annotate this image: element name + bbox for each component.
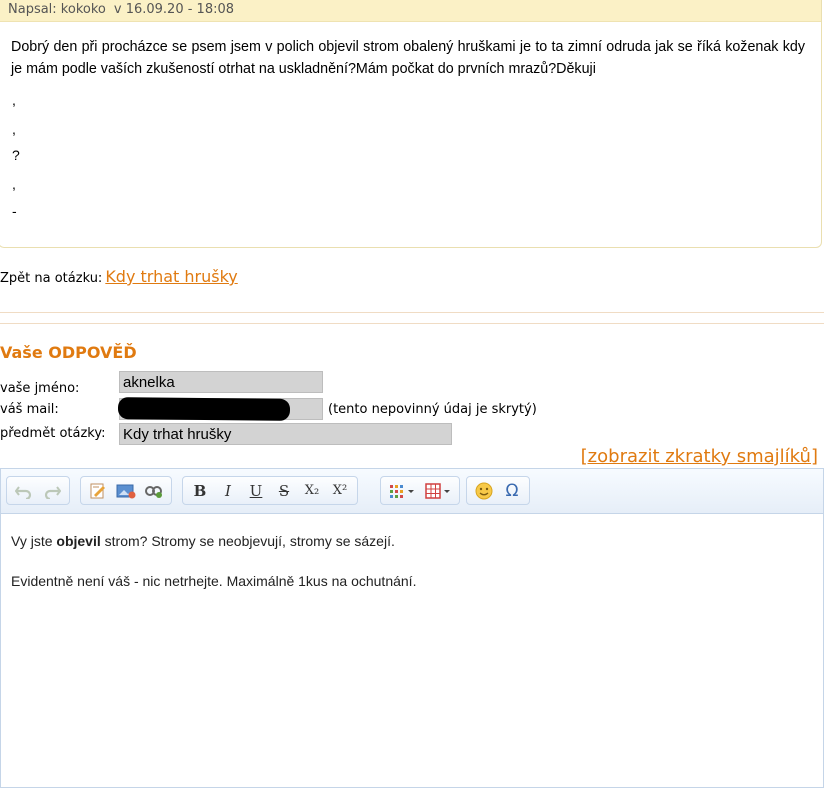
answer-line-1-pre: Vy jste xyxy=(11,533,57,549)
divider-top xyxy=(0,312,824,313)
rich-text-editor: B I U S X₂ X² Ω Vy jste objevil strom? S… xyxy=(0,468,824,788)
question-box: Napsal: kokoko v 16.09.20 - 18:08 Dobrý d… xyxy=(0,0,822,248)
superscript-button[interactable]: X² xyxy=(326,479,354,503)
question-line-3: ? xyxy=(12,147,20,163)
subscript-button[interactable]: X₂ xyxy=(298,479,326,503)
answer-line-1: Vy jste objevil strom? Stromy se neobjev… xyxy=(11,532,813,550)
question-line-4: , xyxy=(12,176,16,192)
mail-hint: (tento nepovinný údaj je skrytý) xyxy=(328,402,537,417)
question-line-2: , xyxy=(12,121,16,137)
smileys-toggle: [zobrazit zkratky smajlíků] xyxy=(581,446,818,467)
history-group xyxy=(6,476,70,505)
format-group: B I U S X₂ X² xyxy=(182,476,358,505)
omega-button[interactable]: Ω xyxy=(498,479,526,503)
special-group: Ω xyxy=(466,476,530,505)
italic-button[interactable]: I xyxy=(214,479,242,503)
list-table-group xyxy=(380,476,460,505)
table-icon[interactable] xyxy=(420,479,456,503)
question-line-1: , xyxy=(12,92,16,108)
insert-group xyxy=(80,476,172,505)
question-link[interactable]: Kdy trhat hrušky xyxy=(105,267,237,286)
question-line-5: - xyxy=(12,203,17,219)
question-author: Napsal: kokoko xyxy=(8,2,106,17)
redaction-mark xyxy=(117,397,291,421)
edit-icon[interactable] xyxy=(84,479,112,503)
subject-input[interactable]: Kdy trhat hrušky xyxy=(119,423,452,445)
name-input[interactable]: aknelka xyxy=(119,371,323,393)
back-label: Zpět na otázku: xyxy=(0,271,103,286)
mail-label: váš mail: xyxy=(0,402,59,417)
underline-button[interactable]: U xyxy=(242,479,270,503)
link-icon[interactable] xyxy=(140,479,168,503)
editor-toolbar: B I U S X₂ X² Ω xyxy=(1,469,823,514)
smileys-link[interactable]: [zobrazit zkratky smajlíků] xyxy=(581,446,818,467)
question-header: Napsal: kokoko v 16.09.20 - 18:08 xyxy=(0,0,821,22)
answer-line-1-bold: objevil xyxy=(56,533,101,549)
editor-content[interactable]: Vy jste objevil strom? Stromy se neobjev… xyxy=(1,514,823,630)
name-label: vaše jméno: xyxy=(0,381,80,396)
image-icon[interactable] xyxy=(112,479,140,503)
redo-icon[interactable] xyxy=(38,479,66,503)
strikethrough-button[interactable]: S xyxy=(270,479,298,503)
back-to-question: Zpět na otázku: Kdy trhat hrušky xyxy=(0,267,238,286)
list-icon[interactable] xyxy=(384,479,420,503)
subject-label: předmět otázky: xyxy=(0,426,106,441)
divider-bottom xyxy=(0,323,824,324)
answer-heading: Vaše ODPOVĚĎ xyxy=(0,343,137,362)
question-text: Dobrý den při procházce se psem jsem v p… xyxy=(11,39,805,77)
smiley-icon[interactable] xyxy=(470,479,498,503)
question-date: v 16.09.20 - 18:08 xyxy=(113,2,235,17)
answer-line-1-post: strom? Stromy se neobjevují, stromy se s… xyxy=(100,533,395,549)
undo-icon[interactable] xyxy=(10,479,38,503)
answer-line-2: Evidentně není váš - nic netrhejte. Maxi… xyxy=(11,573,417,589)
bold-button[interactable]: B xyxy=(186,479,214,503)
